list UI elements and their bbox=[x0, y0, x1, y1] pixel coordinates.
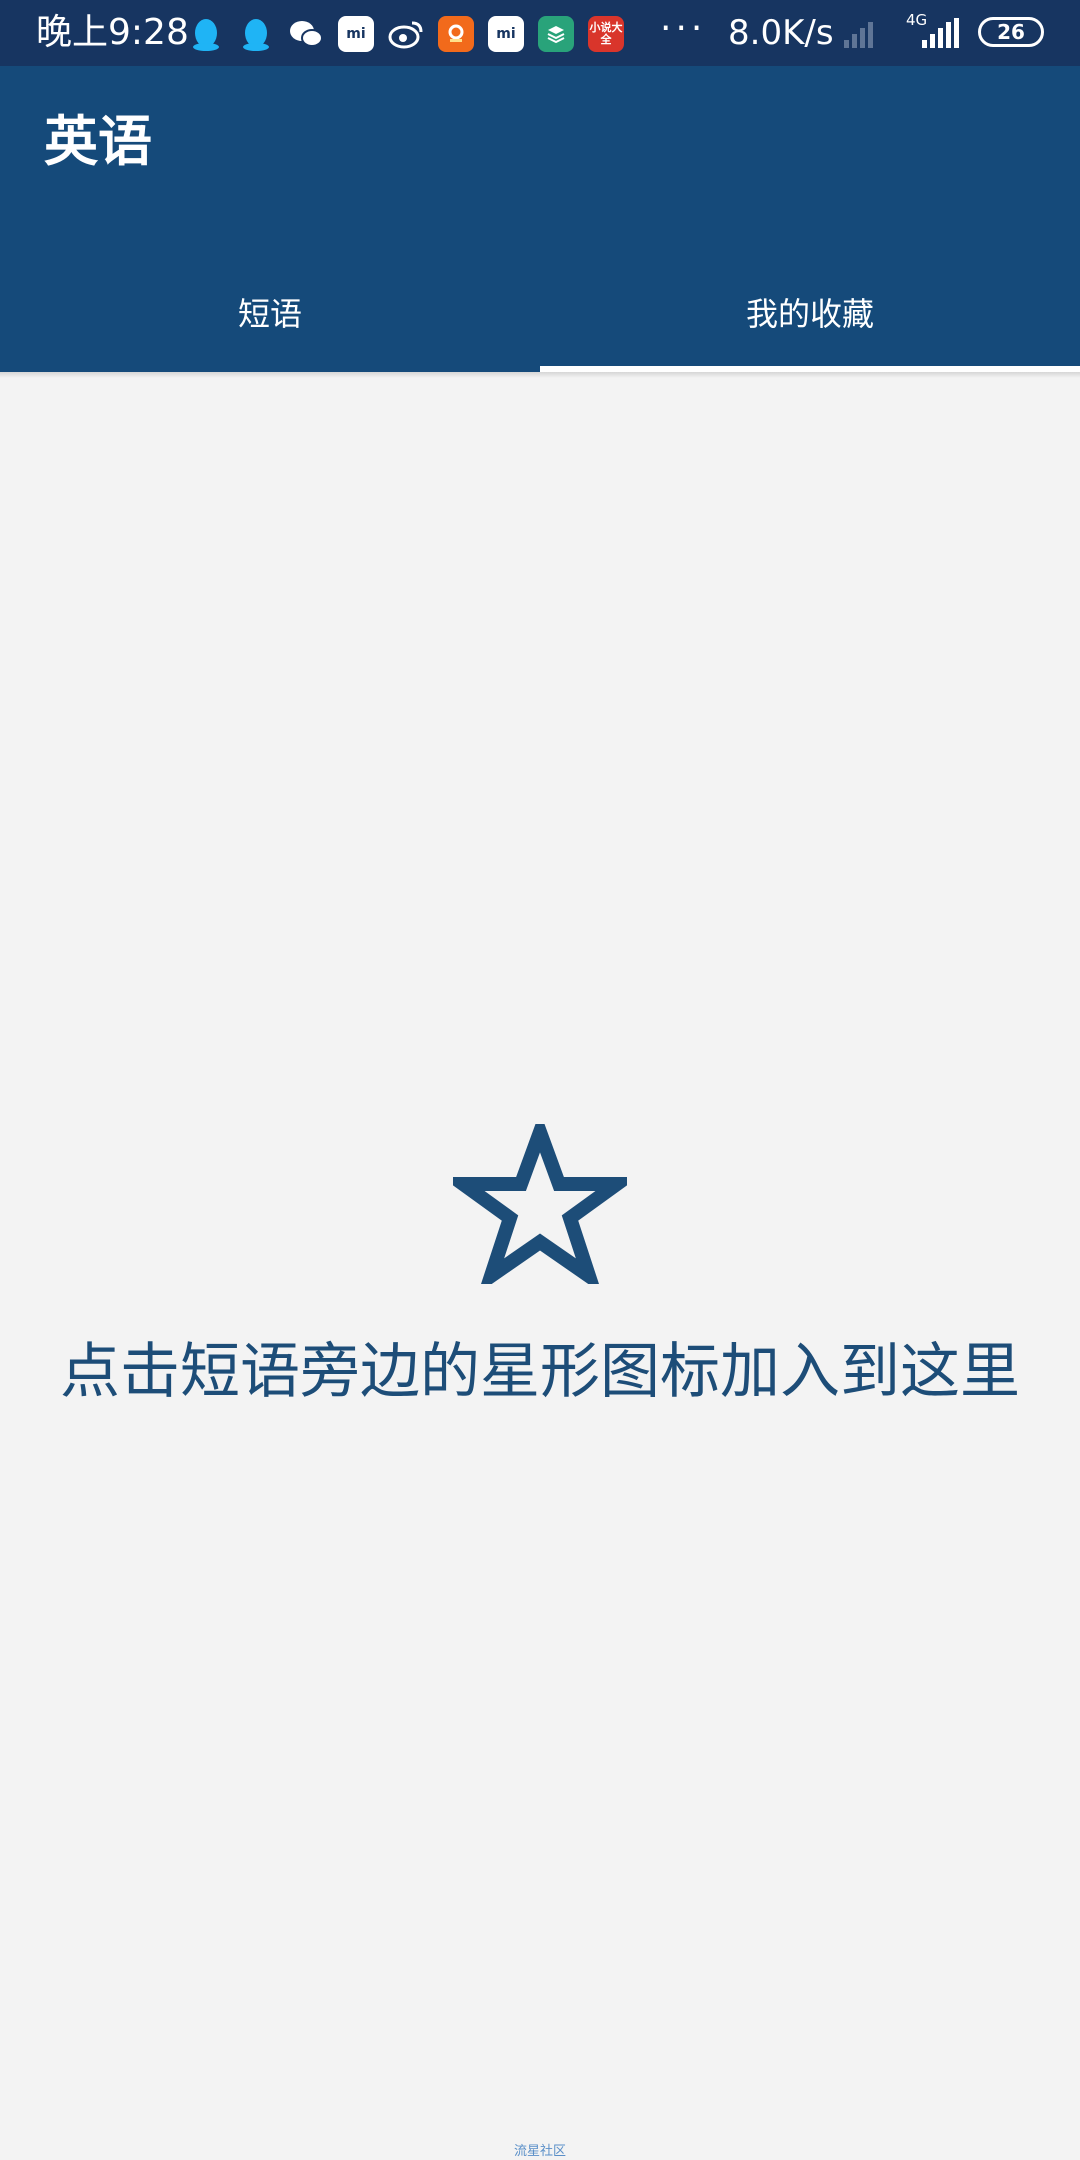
weibo-icon bbox=[388, 16, 424, 52]
more-notifications-icon: ··· bbox=[660, 8, 707, 49]
empty-state-message: 点击短语旁边的星形图标加入到这里 bbox=[60, 1337, 1020, 1407]
app-bar: 英语 短语 我的收藏 bbox=[0, 66, 1080, 372]
qq-icon bbox=[188, 16, 224, 52]
wechat-icon bbox=[288, 16, 324, 52]
signal-strength-icon bbox=[922, 16, 962, 48]
signal-weak-icon bbox=[844, 16, 876, 48]
green-app-icon bbox=[538, 16, 574, 52]
novel-app-icon: 小说大全 bbox=[588, 16, 624, 52]
page-title: 英语 bbox=[44, 110, 152, 173]
status-bar: 晚上9:28 mi mi 小说大全 ··· 8.0K/s 4G 26 bbox=[0, 0, 1080, 66]
watermark: 流星社区 bbox=[513, 2144, 566, 2159]
notification-icons: mi mi 小说大全 bbox=[188, 14, 638, 54]
battery-icon: 26 bbox=[978, 17, 1044, 47]
mi-store-icon: mi bbox=[488, 16, 524, 52]
star-outline-icon bbox=[441, 1111, 639, 1294]
orange-app-icon bbox=[438, 16, 474, 52]
tab-phrases[interactable]: 短语 bbox=[0, 252, 540, 372]
mi-store-icon: mi bbox=[338, 16, 374, 52]
app-bar-shadow bbox=[0, 372, 1080, 378]
tab-my-favorites[interactable]: 我的收藏 bbox=[540, 252, 1080, 372]
network-speed: 8.0K/s bbox=[728, 13, 834, 53]
qq-icon bbox=[238, 16, 274, 52]
status-time: 晚上9:28 bbox=[36, 12, 189, 53]
